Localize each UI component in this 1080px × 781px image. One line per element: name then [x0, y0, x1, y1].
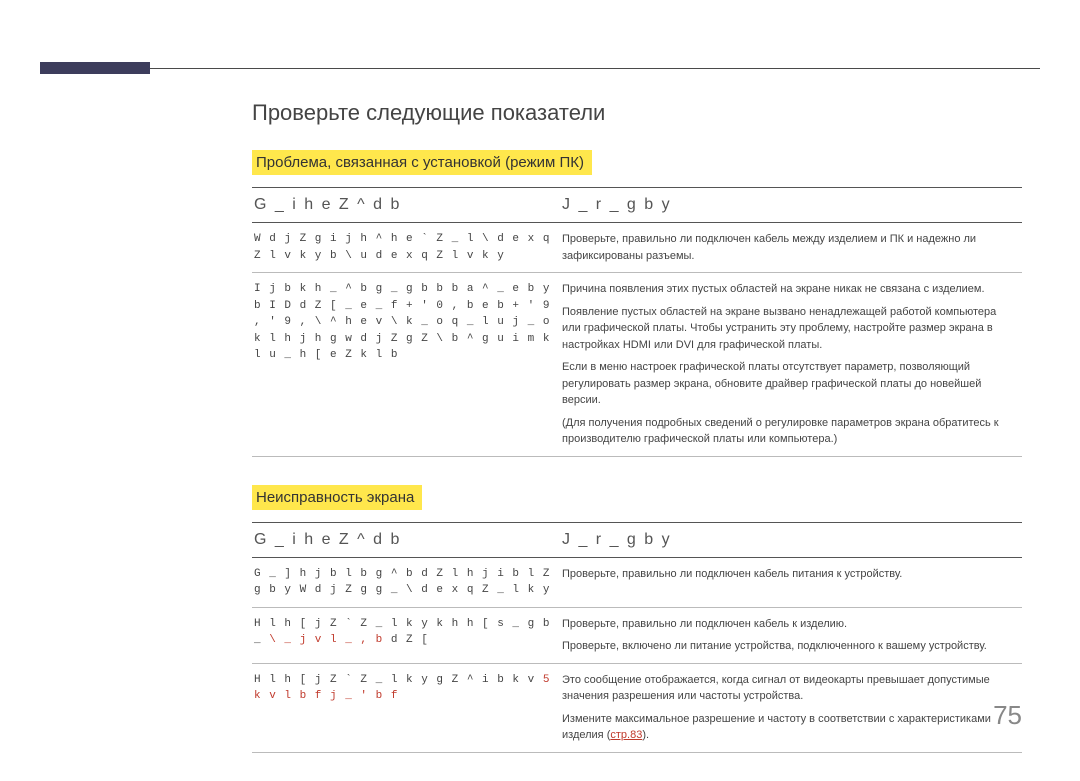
section1-label: Проблема, связанная с установкой (режим …	[252, 150, 592, 175]
section2-label: Неисправность экрана	[252, 485, 422, 510]
cell-solution: Проверьте, правильно ли подключен кабель…	[560, 557, 1022, 607]
solution-text: Если в меню настроек графической платы о…	[562, 359, 1016, 409]
col-header-left: G _ i h e Z ^ d b	[252, 188, 560, 223]
page-link[interactable]: стр.83	[610, 729, 642, 741]
col-header-right: J _ r _ g b y	[560, 522, 1022, 557]
solution-text: (Для получения подробных сведений о регу…	[562, 415, 1016, 448]
table-section2: G _ i h e Z ^ d b J _ r _ g b y G _ ] h …	[252, 522, 1022, 753]
table-row: W d j Z g i j h ^ h e ` Z _ l \ d e x q …	[252, 223, 1022, 273]
header-block	[40, 62, 150, 74]
cell-symptom: G _ ] h j b l b g ^ b d Z l h j i b l Z …	[252, 557, 560, 607]
solution-text: Проверьте, правильно ли подключен кабель…	[562, 616, 1016, 633]
table-section1: G _ i h e Z ^ d b J _ r _ g b y W d j Z …	[252, 187, 1022, 457]
solution-text: Проверьте, правильно ли подключен кабель…	[562, 566, 1016, 583]
cell-solution: Проверьте, правильно ли подключен кабель…	[560, 223, 1022, 273]
page: Проверьте следующие показатели Проблема,…	[0, 0, 1080, 763]
cell-symptom: I j b k h _ ^ b g _ g b b b a ^ _ e b y …	[252, 273, 560, 457]
garbled-red-text: \ _ j v l _ , b	[269, 634, 383, 646]
table-row: I j b k h _ ^ b g _ g b b b a ^ _ e b y …	[252, 273, 1022, 457]
solution-text: Проверьте, правильно ли подключен кабель…	[562, 231, 1016, 264]
tbody-section2: G _ ] h j b l b g ^ b d Z l h j i b l Z …	[252, 557, 1022, 752]
cell-symptom: H l h [ j Z ` Z _ l k y g Z ^ i b k v 5 …	[252, 663, 560, 752]
tbody-section1: W d j Z g i j h ^ h e ` Z _ l \ d e x q …	[252, 223, 1022, 457]
header-bar	[40, 62, 1040, 74]
col-header-left: G _ i h e Z ^ d b	[252, 522, 560, 557]
header-line	[40, 68, 1040, 69]
solution-text: Появление пустых областей на экране вызв…	[562, 304, 1016, 354]
cell-solution: Это сообщение отображается, когда сигнал…	[560, 663, 1022, 752]
col-header-right: J _ r _ g b y	[560, 188, 1022, 223]
solution-text: Измените максимальное разрешение и часто…	[562, 711, 1016, 744]
solution-text: Проверьте, включено ли питание устройств…	[562, 638, 1016, 655]
solution-text: Это сообщение отображается, когда сигнал…	[562, 672, 1016, 705]
table-row: G _ ] h j b l b g ^ b d Z l h j i b l Z …	[252, 557, 1022, 607]
table-row: H l h [ j Z ` Z _ l k y g Z ^ i b k v 5 …	[252, 663, 1022, 752]
cell-symptom: H l h [ j Z ` Z _ l k y k h h [ s _ g b …	[252, 607, 560, 663]
solution-text: Причина появления этих пустых областей н…	[562, 281, 1016, 298]
garbled-red-text: 5 k v l b f j _ ' b f	[254, 674, 550, 703]
cell-solution: Проверьте, правильно ли подключен кабель…	[560, 607, 1022, 663]
content: Проверьте следующие показатели Проблема,…	[252, 100, 1022, 781]
page-title: Проверьте следующие показатели	[252, 100, 1022, 126]
cell-solution: Причина появления этих пустых областей н…	[560, 273, 1022, 457]
page-number: 75	[993, 700, 1022, 731]
cell-symptom: W d j Z g i j h ^ h e ` Z _ l \ d e x q …	[252, 223, 560, 273]
table-row: H l h [ j Z ` Z _ l k y k h h [ s _ g b …	[252, 607, 1022, 663]
